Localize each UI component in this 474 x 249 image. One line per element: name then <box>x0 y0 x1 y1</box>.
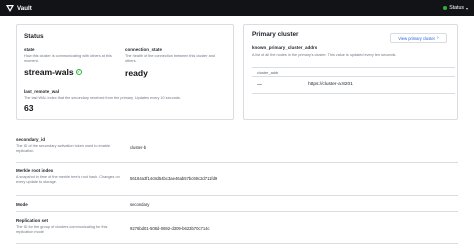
row-marker: — <box>257 82 262 88</box>
status-card: Status state How this cluster is communi… <box>16 24 234 120</box>
vault-home-link[interactable]: Vault <box>6 3 32 13</box>
secondary-id-value: cluster-b <box>130 145 147 150</box>
connection-state-label: connection_state <box>125 47 163 52</box>
status-label: Status <box>449 5 464 11</box>
chevron-right-icon: › <box>437 35 439 41</box>
last-remote-wal-label: last_remote_wal <box>24 89 60 94</box>
cluster-addr-value: https://cluster-a:8201 <box>308 82 353 87</box>
merkle-root-index-label: Merkle root index <box>16 168 54 173</box>
table-row: — https://cluster-a:8201 <box>252 77 455 94</box>
replication-set-label: Replication set <box>16 218 49 223</box>
detail-row-replication-set: Replication set The ID for the group of … <box>16 214 458 244</box>
column-header-cluster-addr: cluster_addr <box>257 70 279 75</box>
last-remote-wal-value: 63 <box>24 103 34 113</box>
state-value-text: stream-wals <box>24 67 74 77</box>
mode-value: secondary <box>130 202 150 207</box>
brand-name: Vault <box>17 4 32 12</box>
table-header: cluster_addr <box>252 67 455 77</box>
status-menu-button[interactable]: Status ▾ <box>443 4 468 12</box>
status-dot-icon <box>443 6 448 10</box>
secondary-id-help: The ID of the secondary activation token… <box>16 144 110 153</box>
last-remote-wal-help: The last WAL index that the secondary re… <box>24 96 181 100</box>
known-primary-cluster-addrs-label: known_primary_cluster_addrs <box>252 45 318 50</box>
secondary-id-label: secondary_id <box>16 137 46 142</box>
primary-cluster-title: Primary cluster <box>252 31 299 38</box>
check-circle-icon: ✓ <box>75 69 82 75</box>
merkle-root-index-value: 56184a3f14c8d54bc3ae46ab57bc69c2d711fd9 <box>130 176 218 181</box>
chevron-down-icon: ▾ <box>465 5 468 11</box>
view-primary-cluster-label: View primary cluster <box>398 35 436 41</box>
view-primary-cluster-button[interactable]: View primary cluster › <box>390 33 447 43</box>
connection-state-help: The health of the connection between thi… <box>125 54 215 63</box>
connection-state-value: ready <box>125 68 148 78</box>
known-primary-cluster-addrs-help: A list of all the nodes in the primary's… <box>252 53 397 57</box>
detail-row-mode: Mode secondary <box>16 197 458 212</box>
replication-set-help: The ID for the group of clusters communi… <box>16 225 108 234</box>
replication-set-value: 9276bd01-508d-0692-d309-b623b70c714c <box>130 226 210 231</box>
top-navigation-bar: Vault Status ▾ <box>0 0 474 16</box>
vault-logo-icon <box>6 4 14 12</box>
merkle-root-index-help: A snapshot in time of the merkle tree's … <box>16 175 120 184</box>
status-card-title: Status <box>24 33 44 40</box>
state-label: state <box>24 47 35 52</box>
state-help: How this cluster is communicating with o… <box>24 54 112 63</box>
detail-row-secondary-id: secondary_id The ID of the secondary act… <box>16 134 458 163</box>
detail-row-merkle-root-index: Merkle root index A snapshot in time of … <box>16 164 458 196</box>
mode-label: Mode <box>16 202 28 207</box>
state-value: stream-wals ✓ <box>24 67 82 77</box>
